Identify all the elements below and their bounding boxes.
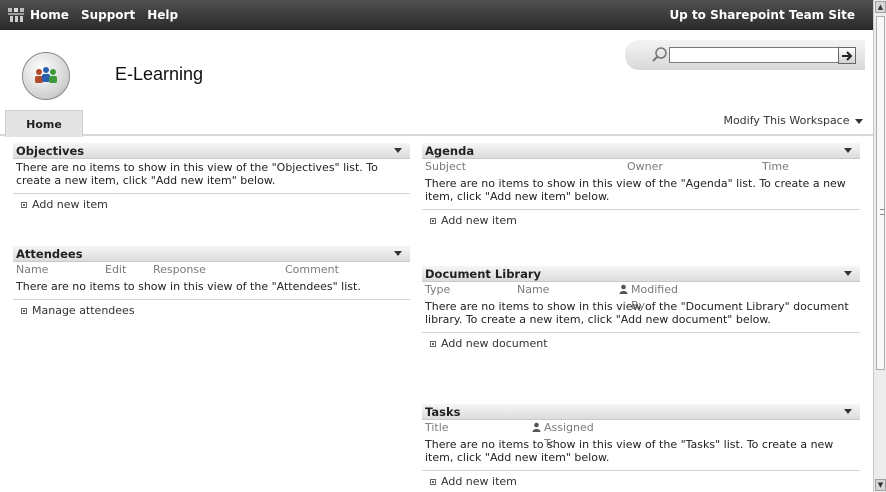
column-name[interactable]: Name: [16, 262, 48, 278]
modify-workspace-label: Modify This Workspace: [723, 114, 850, 127]
column-title[interactable]: Title: [425, 420, 449, 436]
objectives-empty-message: There are no items to show in this view …: [16, 161, 378, 187]
divider: [422, 332, 860, 333]
top-nav-bar: Home Support Help Up to Sharepoint Team …: [0, 0, 873, 30]
doclib-title: Document Library: [425, 267, 542, 281]
scroll-down-icon[interactable]: ▼: [875, 479, 886, 491]
modified-by-label: Modified By: [631, 283, 678, 312]
arrow-right-icon: [842, 50, 853, 61]
add-new-document-link[interactable]: Add new document: [422, 336, 860, 352]
doclib-menu-icon[interactable]: [844, 271, 852, 276]
search-area: [625, 40, 865, 70]
objectives-menu-icon[interactable]: [394, 148, 402, 153]
user-icon: [532, 422, 541, 432]
agenda-add-item-link[interactable]: Add new item: [422, 213, 860, 229]
assigned-to-label: Assigned To: [544, 421, 594, 450]
site-title: E-Learning: [115, 64, 204, 84]
user-icon: [619, 284, 628, 294]
attendees-empty-message: There are no items to show in this view …: [16, 280, 361, 293]
objectives-title: Objectives: [16, 144, 85, 158]
document-library-webpart: Document Library Type Name Modified By T…: [422, 266, 860, 352]
nav-home-link[interactable]: Home: [30, 8, 69, 22]
column-edit[interactable]: Edit: [105, 262, 126, 278]
attendees-title: Attendees: [16, 247, 83, 261]
column-name[interactable]: Name: [517, 282, 549, 298]
agenda-add-label: Add new item: [441, 214, 517, 227]
agenda-webpart: Agenda Subject Owner Time There are no i…: [422, 143, 860, 229]
attendees-column-headers: Name Edit Response Comment: [13, 262, 410, 278]
search-input[interactable]: [669, 47, 855, 63]
column-type[interactable]: Type: [425, 282, 450, 298]
up-to-team-site-link[interactable]: Up to Sharepoint Team Site: [669, 8, 855, 22]
agenda-title: Agenda: [425, 144, 475, 158]
bullet-icon: [430, 218, 436, 224]
column-time[interactable]: Time: [762, 159, 789, 175]
tasks-empty-message: There are no items to show in this view …: [425, 438, 834, 464]
scroll-up-icon[interactable]: ▲: [875, 1, 886, 13]
bullet-icon: [21, 202, 27, 208]
divider: [422, 209, 860, 210]
tasks-add-item-link[interactable]: Add new item: [422, 474, 860, 490]
tasks-menu-icon[interactable]: [844, 409, 852, 414]
search-icon: [651, 46, 669, 64]
site-logo-icon: [22, 52, 70, 100]
manage-attendees-link[interactable]: Manage attendees: [13, 303, 410, 319]
doclib-column-headers: Type Name Modified By: [422, 282, 860, 312]
tasks-title: Tasks: [425, 405, 461, 419]
divider: [422, 470, 860, 471]
bullet-icon: [430, 479, 436, 485]
column-modified-by[interactable]: Modified By: [619, 282, 678, 312]
divider: [13, 193, 410, 194]
bullet-icon: [430, 341, 436, 347]
manage-attendees-label: Manage attendees: [32, 304, 135, 317]
modify-workspace-menu[interactable]: Modify This Workspace: [723, 114, 863, 127]
nav-support-link[interactable]: Support: [81, 8, 135, 22]
chevron-down-icon: [855, 118, 863, 124]
objectives-add-label: Add new item: [32, 198, 108, 211]
agenda-empty-message: There are no items to show in this view …: [425, 177, 846, 203]
sharepoint-grid-icon: [8, 8, 24, 22]
tasks-column-headers: Title Assigned To: [422, 420, 860, 450]
site-header: E-Learning: [0, 30, 873, 106]
grip-icon: [880, 209, 885, 215]
doclib-title-bar: Document Library: [422, 266, 860, 282]
agenda-column-headers: Subject Owner Time: [422, 159, 860, 175]
nav-help-link[interactable]: Help: [147, 8, 178, 22]
attendees-webpart: Attendees Name Edit Response Comment The…: [13, 246, 410, 319]
scrollbar-thumb[interactable]: [876, 16, 885, 370]
tasks-webpart: Tasks Title Assigned To There are no ite…: [422, 404, 860, 490]
tab-home[interactable]: Home: [5, 110, 83, 137]
column-assigned-to[interactable]: Assigned To: [532, 420, 594, 450]
attendees-title-bar: Attendees: [13, 246, 410, 262]
search-go-button[interactable]: [838, 47, 856, 64]
agenda-menu-icon[interactable]: [844, 148, 852, 153]
bullet-icon: [21, 308, 27, 314]
column-comment[interactable]: Comment: [285, 262, 339, 278]
column-response[interactable]: Response: [153, 262, 206, 278]
column-owner[interactable]: Owner: [627, 159, 663, 175]
objectives-title-bar: Objectives: [13, 143, 410, 159]
column-subject[interactable]: Subject: [425, 159, 466, 175]
attendees-menu-icon[interactable]: [394, 251, 402, 256]
objectives-webpart: Objectives There are no items to show in…: [13, 143, 410, 213]
tab-bar: Home Modify This Workspace: [0, 106, 873, 137]
divider: [13, 299, 410, 300]
agenda-title-bar: Agenda: [422, 143, 860, 159]
add-new-document-label: Add new document: [441, 337, 548, 350]
vertical-scrollbar[interactable]: ▲ ▼: [873, 0, 886, 492]
tasks-add-label: Add new item: [441, 475, 517, 488]
tasks-title-bar: Tasks: [422, 404, 860, 420]
objectives-add-item-link[interactable]: Add new item: [13, 197, 410, 213]
